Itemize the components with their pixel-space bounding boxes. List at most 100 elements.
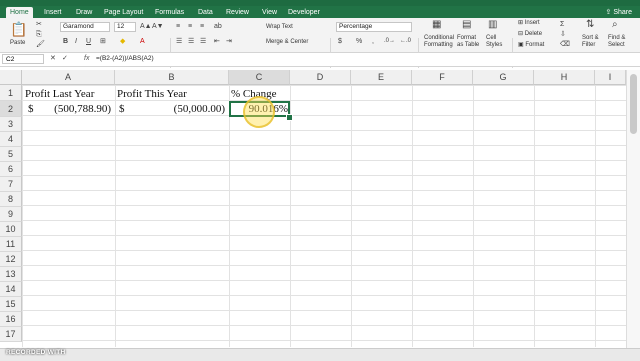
column-header-b[interactable]: B	[115, 70, 229, 85]
row-header[interactable]: 2	[0, 101, 22, 117]
row-header[interactable]: 7	[0, 177, 22, 192]
bold-button[interactable]: B	[63, 37, 68, 46]
column-header-d[interactable]: D	[290, 70, 351, 85]
row-header[interactable]: 3	[0, 117, 22, 132]
sort-filter-icon[interactable]: ⇅	[586, 20, 594, 30]
conditional-formatting-icon[interactable]: ▦	[432, 20, 441, 30]
column-header-h[interactable]: H	[534, 70, 595, 85]
row-header[interactable]: 16	[0, 312, 22, 327]
decrease-font-icon[interactable]: A▼	[152, 22, 164, 31]
increase-font-icon[interactable]: A▲	[140, 22, 152, 31]
row-header[interactable]: 6	[0, 162, 22, 177]
cell-styles-icon[interactable]: ▥	[488, 20, 497, 30]
autosum-icon[interactable]: Σ	[560, 20, 564, 29]
fill-handle[interactable]	[286, 114, 293, 121]
row-header[interactable]: 8	[0, 192, 22, 207]
cell-styles-label[interactable]: Cell	[486, 35, 496, 42]
row-header[interactable]: 17	[0, 327, 22, 342]
tab-review[interactable]: Review	[226, 7, 249, 18]
row-header[interactable]: 1	[0, 85, 22, 101]
merge-center-button[interactable]: Merge & Center	[266, 39, 308, 46]
column-header-e[interactable]: E	[351, 70, 412, 85]
paste-label[interactable]: Paste	[10, 40, 25, 47]
format-as-table-icon[interactable]: ▤	[462, 20, 471, 30]
align-left-icon[interactable]: ☰	[176, 37, 182, 46]
cell-styles-label-2[interactable]: Styles	[486, 42, 502, 49]
align-right-icon[interactable]: ☰	[200, 37, 206, 46]
share-button[interactable]: ⇪ Share	[606, 7, 633, 18]
align-top-icon[interactable]: ≡	[176, 22, 180, 31]
cell-a1[interactable]: Profit Last Year	[25, 87, 94, 102]
sort-filter-label-2[interactable]: Filter	[582, 42, 595, 49]
tab-home[interactable]: Home	[6, 7, 33, 18]
column-header-g[interactable]: G	[473, 70, 534, 85]
number-format-select[interactable]: Percentage	[336, 22, 412, 32]
conditional-formatting-label-2[interactable]: Formatting	[424, 42, 453, 49]
find-select-label-2[interactable]: Select	[608, 42, 625, 49]
align-center-icon[interactable]: ☰	[188, 37, 194, 46]
name-box[interactable]: C2	[2, 54, 44, 64]
wrap-text-button[interactable]: Wrap Text	[266, 24, 293, 31]
column-header-i[interactable]: I	[595, 70, 626, 85]
underline-button[interactable]: U	[86, 37, 91, 46]
row-header[interactable]: 13	[0, 267, 22, 282]
cell-grid[interactable]	[22, 85, 626, 347]
clear-icon[interactable]: ⌫	[560, 40, 570, 49]
decrease-decimal-icon[interactable]: ←.0	[400, 37, 411, 46]
tab-view[interactable]: View	[262, 7, 277, 18]
find-select-label[interactable]: Find &	[608, 35, 625, 42]
tab-page-layout[interactable]: Page Layout	[104, 7, 143, 18]
italic-button[interactable]: I	[75, 37, 77, 46]
decrease-indent-icon[interactable]: ⇤	[214, 37, 220, 46]
row-header[interactable]: 11	[0, 237, 22, 252]
currency-button[interactable]: $	[338, 37, 342, 46]
delete-cells-button[interactable]: ⊟ Delete	[518, 31, 542, 38]
cut-icon[interactable]: ✂	[36, 20, 42, 29]
row-header[interactable]: 10	[0, 222, 22, 237]
cell-b2-value[interactable]: (50,000.00)	[174, 102, 225, 117]
insert-cells-button[interactable]: ⊞ Insert	[518, 20, 540, 27]
formula-input[interactable]: =(B2-(A2))/ABS(A2)	[96, 55, 154, 62]
column-header-c[interactable]: C	[229, 70, 290, 85]
row-header[interactable]: 9	[0, 207, 22, 222]
borders-icon[interactable]: ⊞	[100, 37, 106, 46]
font-name-select[interactable]: Garamond	[60, 22, 110, 32]
fill-color-icon[interactable]: ◆	[120, 37, 125, 46]
scrollbar-thumb[interactable]	[630, 74, 637, 134]
percent-button[interactable]: %	[356, 37, 362, 46]
select-all-corner[interactable]	[0, 70, 22, 85]
font-color-icon[interactable]: A	[140, 37, 145, 46]
cell-a2-value[interactable]: (500,788.90)	[54, 102, 111, 117]
comma-button[interactable]: ,	[372, 37, 374, 46]
cancel-icon[interactable]: ✕	[50, 54, 56, 63]
format-as-table-label-2[interactable]: as Table	[457, 42, 479, 49]
tab-developer[interactable]: Developer	[288, 7, 320, 18]
find-select-icon[interactable]: ⌕	[612, 20, 618, 30]
sort-filter-label[interactable]: Sort &	[582, 35, 599, 42]
cell-b2-currency[interactable]: $	[119, 102, 125, 117]
paste-icon[interactable]: 📋	[10, 22, 27, 36]
column-header-f[interactable]: F	[412, 70, 473, 85]
cell-a2-currency[interactable]: $	[28, 102, 34, 117]
tab-draw[interactable]: Draw	[76, 7, 92, 18]
tab-data[interactable]: Data	[198, 7, 213, 18]
font-size-select[interactable]: 12	[114, 22, 136, 32]
format-cells-button[interactable]: ▣ Format	[518, 42, 544, 49]
row-header[interactable]: 14	[0, 282, 22, 297]
row-header[interactable]: 5	[0, 147, 22, 162]
orientation-icon[interactable]: ab	[214, 22, 222, 31]
format-painter-icon[interactable]: 🖌	[36, 40, 45, 49]
align-bottom-icon[interactable]: ≡	[200, 22, 204, 31]
tab-insert[interactable]: Insert	[44, 7, 62, 18]
insert-function-button[interactable]: fx	[84, 55, 89, 62]
increase-decimal-icon[interactable]: .0→	[384, 37, 395, 46]
vertical-scrollbar[interactable]	[626, 70, 640, 348]
cell-b1[interactable]: Profit This Year	[117, 87, 187, 102]
enter-icon[interactable]: ✓	[62, 54, 68, 63]
row-header[interactable]: 15	[0, 297, 22, 312]
conditional-formatting-label[interactable]: Conditional	[424, 35, 454, 42]
increase-indent-icon[interactable]: ⇥	[226, 37, 232, 46]
row-header[interactable]: 12	[0, 252, 22, 267]
copy-icon[interactable]: ⎘	[36, 30, 42, 39]
column-header-a[interactable]: A	[22, 70, 115, 85]
